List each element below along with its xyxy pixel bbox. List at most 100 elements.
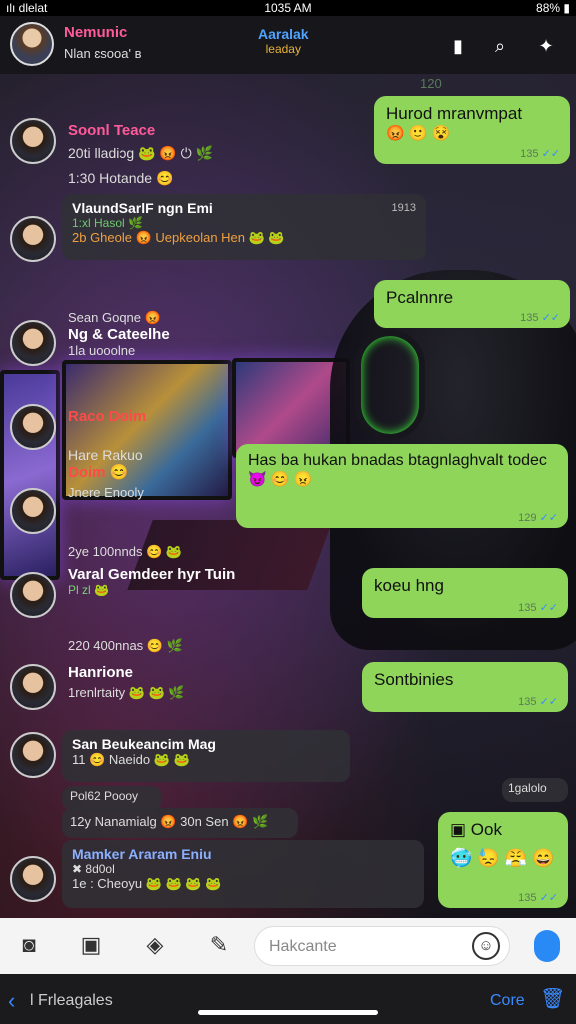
message-time: 135 [518, 892, 537, 904]
back-label[interactable]: l Frleagales [30, 992, 113, 1010]
read-check-icon: ✓✓ [541, 312, 560, 324]
back-chevron-icon[interactable]: ‹ [8, 988, 15, 1014]
battery-label: 88% [536, 1, 561, 15]
contact-status: Nlan ɛsooa' ʙ [64, 46, 142, 61]
message-time: 1913 [391, 202, 416, 214]
message-text: 1:30 Hotande 😊 [68, 170, 174, 186]
avatar[interactable] [10, 216, 56, 262]
background-headset [355, 330, 425, 440]
sender-name: Soonl Teace [68, 122, 156, 139]
avatar[interactable] [10, 118, 56, 164]
message-time: 1galolo [508, 781, 547, 795]
message-incoming[interactable]: 2ye 100nnds 😊 🐸 Varal Gemdeer hyr Tuin P… [68, 544, 235, 597]
message-text: Doim 😊 [68, 464, 129, 481]
sticker-icon[interactable]: ◈ [140, 930, 170, 960]
chat-title[interactable]: Aaralak [258, 26, 309, 42]
background-monitor-left [0, 370, 60, 580]
message-bubble-incoming[interactable]: Pol62 Poooy [62, 786, 162, 810]
message-composer: ◙ ▣ ◈ ✎ Hakcante ☺ [0, 918, 576, 974]
message-incoming[interactable]: 220 400nnas 😊 🌿 Hanrione 1renlrtaity 🐸 🐸… [68, 638, 184, 701]
mic-icon[interactable] [534, 930, 560, 962]
message-emojis: 😡 🙂 😵 [386, 125, 451, 142]
message-incoming[interactable]: Soonl Teace 20ti lladiɔg 🐸 😡 ⏻ 🌿 1:30 Ho… [68, 122, 213, 187]
message-time: 135 [520, 148, 539, 160]
message-text: Sean Goqne 😡 [68, 310, 161, 325]
avatar[interactable] [10, 404, 56, 450]
message-time: 135 [520, 312, 539, 324]
sender-name: Hanrione [68, 664, 134, 681]
chat-screen: ılı dlelat 1035 AM 88% ▮ Nemunic Nlan ɛs… [0, 0, 576, 1024]
message-text: 2b Gheole 😡 Uepkeolan Hen 🐸 🐸 [72, 230, 285, 245]
avatar[interactable] [10, 488, 56, 534]
message-bubble-outgoing-time: 1galolo [502, 778, 568, 802]
message-text: koeu hng [374, 576, 444, 595]
avatar[interactable] [10, 856, 56, 902]
message-text: Pl zl 🐸 [68, 583, 109, 597]
contact-name[interactable]: Nemunic [64, 24, 127, 41]
read-check-icon: ✓✓ [539, 512, 558, 524]
sender-name: Ng & Cateelhe [68, 326, 170, 343]
message-bubble-outgoing[interactable]: Pcalnnre 135 ✓✓ [374, 280, 570, 328]
sticker-icon: ▣ [450, 820, 467, 839]
magic-icon[interactable]: ✦ [534, 34, 558, 58]
message-text: 1e : Cheoyu 🐸 🐸 🐸 🐸 [72, 876, 222, 891]
message-text: 11 😊 Naeido 🐸 🐸 [72, 752, 190, 767]
message-text: Hare Rakuo [68, 447, 143, 463]
message-text: Pcalnnre [386, 288, 454, 307]
sim-card-icon[interactable]: ▮ [446, 34, 470, 58]
read-check-icon: ✓✓ [539, 696, 558, 708]
search-icon[interactable]: ⌕ [488, 34, 512, 58]
sender-name: San Beukeancim Mag [72, 736, 216, 752]
message-bubble-incoming[interactable]: 12y Nanamialg 😡 30n Sen 😡 🌿 [62, 808, 298, 838]
sender-name: VlaundSarlF ngn Emi [72, 200, 213, 216]
battery-icon: ▮ [563, 1, 570, 15]
message-bubble-incoming[interactable]: VlaundSarlF ngn Emi 1:xl Hasol 🌿 2b Gheo… [62, 194, 426, 260]
message-emojis: 😈 😊 😠 [248, 471, 313, 488]
message-text: 20ti lladiɔg 🐸 😡 ⏻ 🌿 [68, 145, 214, 161]
message-text: 2ye 100nnds 😊 🐸 [68, 544, 183, 559]
message-text: Sontbinies [374, 670, 454, 689]
status-bar: ılı dlelat 1035 AM 88% ▮ [0, 0, 576, 16]
done-button[interactable]: Core [490, 992, 525, 1010]
avatar[interactable] [10, 664, 56, 710]
message-bubble-outgoing[interactable]: Has ba hukan bnadas btagnlaghvalt todec … [236, 444, 568, 528]
message-bubble-incoming[interactable]: Mamker Araram Eniu ✖ 8d0ol 1e : Cheoyu 🐸… [62, 840, 424, 908]
message-bubble-incoming[interactable]: San Beukeancim Mag 11 😊 Naeido 🐸 🐸 [62, 730, 350, 782]
message-text: ✖ 8d0ol [72, 862, 115, 876]
message-bubble-outgoing[interactable]: Hurod mranvmpat 😡 🙂 😵 135 ✓✓ [374, 96, 570, 164]
attach-icon[interactable]: ✎ [204, 930, 234, 960]
avatar[interactable] [10, 320, 56, 366]
clock: 1035 AM [264, 1, 312, 15]
message-bubble-outgoing[interactable]: ▣ Ook 🥶 😓 😤 😄 135 ✓✓ [438, 812, 568, 908]
message-text: Ook [470, 820, 502, 839]
bottom-bar: ‹ l Frleagales Core 🗑 [0, 974, 576, 1024]
carrier-label: ılı dlelat [6, 1, 48, 15]
read-check-icon: ✓✓ [539, 892, 558, 904]
message-text: 220 400nnas 😊 🌿 [68, 638, 183, 653]
message-text: 1:xl Hasol 🌿 [72, 216, 143, 230]
contact-avatar[interactable] [10, 22, 54, 66]
message-time: 129 [518, 512, 537, 524]
camera-icon[interactable]: ◙ [14, 930, 44, 960]
message-bubble-outgoing[interactable]: Sontbinies 135 ✓✓ [362, 662, 568, 712]
gallery-icon[interactable]: ▣ [76, 930, 106, 960]
sender-name: Raco Doim [68, 408, 147, 425]
avatar[interactable] [10, 572, 56, 618]
chat-header: Nemunic Nlan ɛsooa' ʙ Aaralak leaday ▮ ⌕… [0, 16, 576, 74]
message-time: 120 [420, 76, 442, 91]
trash-icon[interactable]: 🗑 [540, 986, 565, 1011]
message-time: 135 [518, 696, 537, 708]
message-emojis: 🥶 😓 😤 😄 [450, 848, 555, 868]
read-check-icon: ✓✓ [539, 602, 558, 614]
message-text: Has ba hukan bnadas btagnlaghvalt todec [248, 452, 547, 469]
message-bubble-outgoing[interactable]: koeu hng 135 ✓✓ [362, 568, 568, 618]
avatar[interactable] [10, 732, 56, 778]
message-text: Jnere Enooly [68, 485, 144, 500]
emoji-icon[interactable]: ☺ [472, 932, 500, 960]
home-indicator[interactable] [198, 1010, 378, 1015]
message-incoming[interactable]: Raco Doim Hare Rakuo Doim 😊 Jnere Enooly [68, 408, 146, 500]
message-text: 1la uooolne [68, 343, 136, 358]
message-text: 12y Nanamialg 😡 30n Sen 😡 🌿 [70, 814, 269, 829]
message-incoming[interactable]: Sean Goqne 😡 Ng & Cateelhe 1la uooolne [68, 310, 170, 358]
sender-name: Mamker Araram Eniu [72, 846, 212, 862]
